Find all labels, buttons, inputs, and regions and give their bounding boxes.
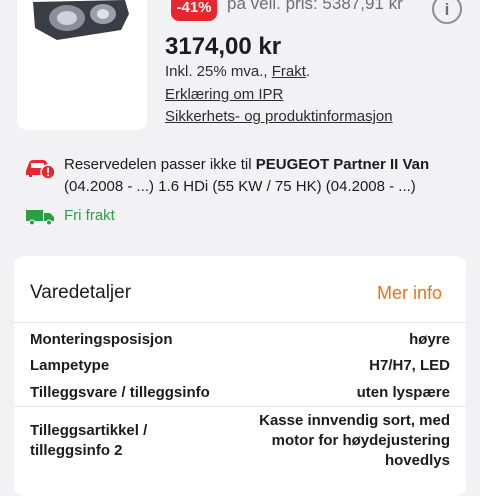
safety-info-link[interactable]: Sikkerhets- og produktinformasjon [165, 108, 393, 125]
free-shipping-label: Fri frakt [64, 207, 115, 224]
detail-value-line: hovedlys [384, 452, 450, 469]
car-warning-icon [26, 160, 56, 180]
info-icon[interactable]: i [432, 0, 462, 24]
detail-value: H7/H7, LED [369, 357, 450, 374]
detail-key: Tilleggsartikkel / tilleggsinfo 2 [30, 421, 147, 461]
detail-value: høyre [409, 331, 450, 348]
discount-badge: -41% [171, 0, 217, 21]
ipr-link[interactable]: Erklæring om IPR [165, 86, 283, 103]
compatibility-warning: Reservedelen passer ikke til PEUGEOT Par… [64, 154, 464, 198]
compat-detail: (04.2008 - ...) 1.6 HDi (55 KW / 75 HK) … [64, 178, 416, 195]
vat-line: Inkl. 25% mva., Frakt. [165, 63, 310, 80]
detail-row: Tilleggsartikkel / tilleggsinfo 2 Kasse … [14, 406, 466, 481]
detail-value-line: motor for høydejustering [271, 432, 450, 449]
truck-icon [26, 210, 54, 226]
details-title: Varedetaljer [30, 282, 132, 303]
detail-key: Lampetype [30, 357, 110, 374]
compat-vehicle: PEUGEOT Partner II Van [255, 156, 430, 173]
detail-key-line: Tilleggsartikkel / [30, 422, 148, 439]
detail-value: uten lyspære [356, 384, 450, 401]
price: 3174,00 kr [165, 33, 282, 60]
old-price: på veil. pris: 5387,91 kr [227, 0, 403, 13]
vat-text: Inkl. 25% mva., [165, 63, 268, 80]
detail-key: Tilleggsvare / tilleggsinfo [30, 384, 210, 401]
detail-value: Kasse innvendig sort, med motor for høyd… [259, 411, 450, 471]
headlight-image [33, 0, 129, 40]
detail-key: Monteringsposisjon [30, 331, 173, 348]
detail-row: Tilleggsvare / tilleggsinfo uten lyspære [14, 379, 466, 406]
product-image-card[interactable] [17, 0, 147, 130]
shipping-link[interactable]: Frakt [272, 63, 306, 80]
detail-key-line: tilleggsinfo 2 [30, 442, 123, 459]
compat-prefix: Reservedelen passer ikke til [64, 156, 256, 173]
more-info-link[interactable]: Mer info [377, 283, 442, 304]
vat-suffix: . [305, 63, 311, 80]
detail-value-line: Kasse innvendig sort, med [259, 412, 450, 429]
detail-row: Lampetype H7/H7, LED [14, 351, 466, 379]
